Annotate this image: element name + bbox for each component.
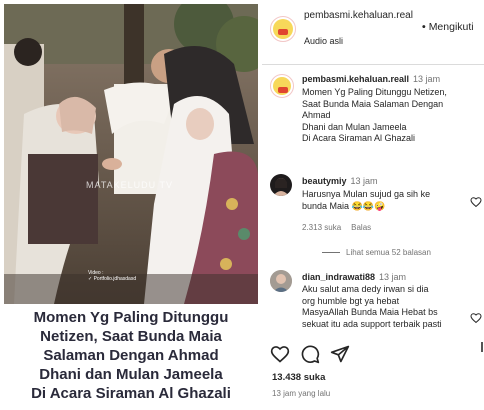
- post-caption-text: Momen Yg Paling Ditunggu Netizen, Saat B…: [31, 308, 231, 402]
- view-replies-button[interactable]: Lihat semua 52 balasan: [322, 248, 431, 257]
- post-media[interactable]: MATAKELUDU TV Video : ✓ Portfolio.jdhasd…: [4, 4, 258, 406]
- comment-user[interactable]: pembasmi.kehaluan.reall 13 jam: [302, 74, 440, 84]
- replies-line: [322, 252, 340, 254]
- account-avatar[interactable]: [270, 16, 296, 42]
- comment-likes[interactable]: 2.313 suka: [302, 223, 341, 232]
- video-credit: Video : ✓ Portfolio.jdhasdasd: [88, 270, 137, 282]
- paper-plane-icon[interactable]: [330, 344, 350, 364]
- audio-label[interactable]: Audio asli: [304, 36, 343, 46]
- post-actions: [262, 344, 484, 366]
- comment-bubble-icon[interactable]: [300, 344, 320, 364]
- heart-icon[interactable]: [270, 344, 290, 364]
- separator-dot: •: [422, 21, 426, 33]
- post-caption-overlay: Momen Yg Paling Ditunggu Netizen, Saat B…: [4, 304, 258, 406]
- comment-text: Harusnya Mulan sujud ga sih ke bunda Mai…: [302, 189, 431, 211]
- comment-text: Momen Yg Paling Ditunggu Netizen, Saat B…: [302, 87, 447, 143]
- comment-avatar[interactable]: [270, 174, 292, 196]
- video-watermark: MATAKELUDU TV: [86, 180, 174, 190]
- comment-user[interactable]: dian_indrawati88 13 jam: [302, 272, 406, 282]
- following-button[interactable]: • Mengikuti: [422, 21, 474, 33]
- post-header: pembasmi.kehaluan.real Audio asli • Mengi…: [262, 6, 484, 62]
- post-timestamp[interactable]: 13 jam yang lalu: [272, 389, 330, 398]
- comments-list[interactable]: pembasmi.kehaluan.reall 13 jam Momen Yg P…: [262, 70, 484, 342]
- post-likes[interactable]: 13.438 suka: [272, 372, 325, 383]
- heart-icon[interactable]: [470, 196, 482, 208]
- following-label: Mengikuti: [428, 21, 474, 33]
- heart-icon[interactable]: [470, 312, 482, 324]
- account-username[interactable]: pembasmi.kehaluan.real: [304, 10, 416, 22]
- brand-avatar-icon: [273, 19, 293, 39]
- post-photo: [4, 4, 258, 304]
- comment-user[interactable]: beautymiy 13 jam: [302, 176, 378, 186]
- header-divider: [262, 64, 484, 65]
- comment-text: Aku salut ama dedy irwan si dia org humb…: [302, 284, 442, 329]
- post-side-panel: pembasmi.kehaluan.real Audio asli • Mengi…: [262, 0, 484, 410]
- comment-meta: 2.313 suka Balas: [302, 223, 381, 232]
- brand-avatar-icon: [273, 77, 291, 95]
- reply-button[interactable]: Balas: [351, 223, 371, 232]
- comment-avatar[interactable]: [270, 270, 292, 292]
- comment-avatar[interactable]: [270, 74, 294, 98]
